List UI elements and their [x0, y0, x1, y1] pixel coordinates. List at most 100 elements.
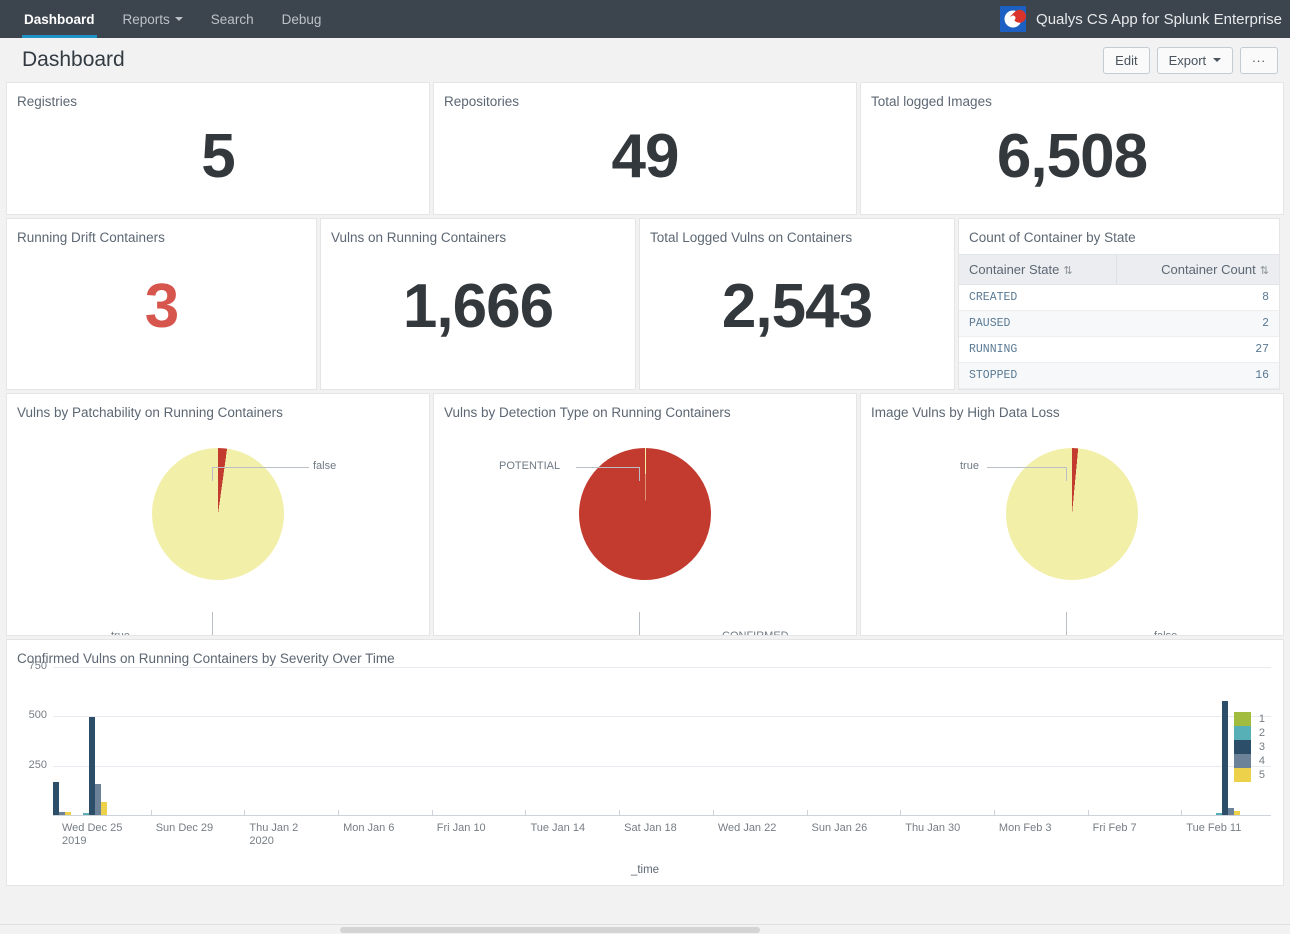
nav-item-debug[interactable]: Debug — [268, 0, 336, 38]
x-axis-tick — [1181, 810, 1182, 815]
dashboard-row-3: Vulns by Patchability on Running Contain… — [6, 393, 1284, 636]
export-button-label: Export — [1169, 53, 1207, 68]
brand[interactable]: Qualys CS App for Splunk Enterprise — [1000, 0, 1290, 38]
y-axis-tick-label: 750 — [7, 660, 47, 672]
nav-item-label: Dashboard — [24, 12, 95, 27]
leader-line — [639, 467, 640, 481]
nav-item-reports[interactable]: Reports — [109, 0, 197, 38]
legend-label-4[interactable]: 4 — [1255, 754, 1265, 768]
pie-label-1: false — [1154, 630, 1177, 636]
dashboard-row-4: Confirmed Vulns on Running Containers by… — [6, 639, 1284, 886]
column-chart[interactable]: 750500250Wed Dec 252019Sun Dec 29Thu Jan… — [7, 667, 1283, 882]
column-header-label: Container State — [969, 262, 1059, 277]
legend-labels: 12345 — [1255, 712, 1265, 782]
panel-running-drift-containers: Running Drift Containers 3 — [6, 218, 317, 390]
single-value: 3 — [7, 246, 316, 366]
scrollbar-thumb[interactable] — [340, 927, 760, 933]
cell-state[interactable]: PAUSED — [959, 311, 1116, 337]
nav-item-search[interactable]: Search — [197, 0, 268, 38]
table-header-row: Container State⇅ Container Count ⇅ — [959, 255, 1279, 285]
cell-count[interactable]: 2 — [1116, 311, 1279, 337]
bar-severity-5[interactable] — [101, 802, 107, 815]
single-value: 49 — [434, 110, 856, 202]
single-value: 6,508 — [861, 110, 1283, 202]
x-axis-tick — [1088, 810, 1089, 815]
legend-swatch-2[interactable] — [1234, 726, 1251, 740]
panel-image-vulns-by-high-data-loss: Image Vulns by High Data Loss true false — [860, 393, 1284, 636]
pie-chart-high-data-loss: true false — [861, 421, 1283, 621]
cell-state[interactable]: STOPPED — [959, 363, 1116, 389]
cell-state[interactable]: RUNNING — [959, 337, 1116, 363]
legend-label-3[interactable]: 3 — [1255, 740, 1265, 754]
bar-severity-3[interactable] — [53, 782, 59, 815]
panel-title: Vulns by Patchability on Running Contain… — [7, 394, 429, 421]
more-options-label: ... — [1252, 50, 1266, 65]
x-axis-tick — [338, 810, 339, 815]
legend-label-2[interactable]: 2 — [1255, 726, 1265, 740]
panel-title: Confirmed Vulns on Running Containers by… — [7, 640, 1283, 667]
x-axis-tick-label: Wed Jan 22 — [718, 822, 777, 835]
export-button[interactable]: Export — [1157, 47, 1234, 74]
leader-line — [1066, 612, 1067, 636]
panel-repositories: Repositories 49 — [433, 82, 857, 215]
cell-count[interactable]: 27 — [1116, 337, 1279, 363]
panel-vulns-on-running-containers: Vulns on Running Containers 1,666 — [320, 218, 636, 390]
dashboard-titlebar: Dashboard Edit Export ... — [0, 38, 1290, 82]
legend-swatch-1[interactable] — [1234, 712, 1251, 726]
cell-count[interactable]: 16 — [1116, 363, 1279, 389]
title-actions: Edit Export ... — [1103, 47, 1278, 74]
x-axis-tick-label: Thu Jan 22020 — [249, 822, 298, 848]
legend-label-5[interactable]: 5 — [1255, 768, 1265, 782]
table-row[interactable]: STOPPED 16 — [959, 363, 1279, 389]
table-row[interactable]: PAUSED 2 — [959, 311, 1279, 337]
x-axis-line — [53, 815, 1271, 816]
nav-items: Dashboard Reports Search Debug — [0, 0, 335, 38]
pie-label-0: false — [313, 460, 336, 472]
pie-label-0: true — [960, 460, 979, 472]
more-options-button[interactable]: ... — [1240, 47, 1278, 74]
x-axis-tick-label: Sun Dec 29 — [156, 822, 213, 835]
edit-button[interactable]: Edit — [1103, 47, 1149, 74]
table-row[interactable]: CREATED 8 — [959, 285, 1279, 311]
cell-state[interactable]: CREATED — [959, 285, 1116, 311]
leader-line — [212, 612, 213, 636]
nav-item-dashboard[interactable]: Dashboard — [10, 0, 109, 38]
legend-swatch-4[interactable] — [1234, 754, 1251, 768]
x-axis-tick — [713, 810, 714, 815]
horizontal-scrollbar[interactable] — [0, 924, 1290, 934]
legend-swatch-3[interactable] — [1234, 740, 1251, 754]
leader-line — [212, 467, 309, 468]
chevron-down-icon — [1213, 58, 1221, 62]
bar-severity-3[interactable] — [1222, 701, 1228, 815]
x-axis-tick-label: Sat Jan 18 — [624, 822, 677, 835]
gridline — [53, 766, 1271, 767]
x-axis-tick-label: Mon Feb 3 — [999, 822, 1052, 835]
bar-severity-5[interactable] — [1234, 811, 1240, 815]
top-navbar: Dashboard Reports Search Debug Qualys CS… — [0, 0, 1290, 38]
cell-count[interactable]: 8 — [1116, 285, 1279, 311]
pie-chart-detection-type: POTENTIAL CONFIRMED — [434, 421, 856, 621]
pie-label-0: POTENTIAL — [499, 460, 560, 472]
single-value: 1,666 — [321, 246, 635, 366]
panel-count-of-container-by-state: Count of Container by State Container St… — [958, 218, 1280, 390]
bar-severity-5[interactable] — [65, 812, 71, 815]
x-axis-tick-label: Fri Feb 7 — [1093, 822, 1137, 835]
column-header-container-count[interactable]: Container Count ⇅ — [1116, 255, 1279, 285]
pie-label-1: true — [111, 630, 130, 636]
legend-swatches — [1234, 712, 1251, 782]
column-header-container-state[interactable]: Container State⇅ — [959, 255, 1116, 285]
x-axis-tick-label: Mon Jan 6 — [343, 822, 394, 835]
panel-title: Running Drift Containers — [7, 219, 316, 246]
panel-title: Total Logged Vulns on Containers — [640, 219, 954, 246]
panel-total-logged-images: Total logged Images 6,508 — [860, 82, 1284, 215]
dashboard-row-1: Registries 5 Repositories 49 Total logge… — [6, 82, 1284, 215]
x-axis-tick — [619, 810, 620, 815]
gridline — [53, 667, 1271, 668]
panel-title: Vulns by Detection Type on Running Conta… — [434, 394, 856, 421]
column-header-label: Container Count — [1161, 262, 1256, 277]
x-axis-tick — [525, 810, 526, 815]
legend-label-1[interactable]: 1 — [1255, 712, 1265, 726]
sort-icon: ⇅ — [1260, 265, 1269, 277]
table-row[interactable]: RUNNING 27 — [959, 337, 1279, 363]
legend-swatch-5[interactable] — [1234, 768, 1251, 782]
